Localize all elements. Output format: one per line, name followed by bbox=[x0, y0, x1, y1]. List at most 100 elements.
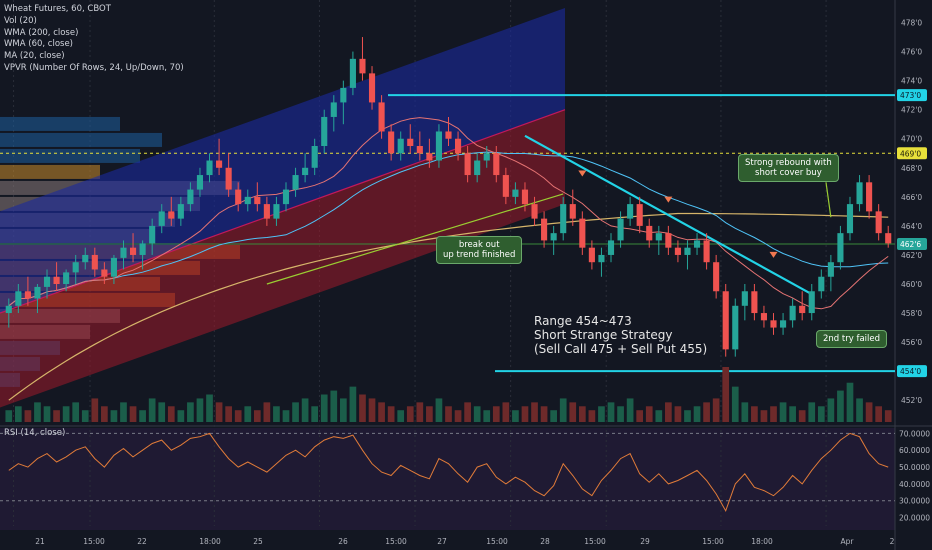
volume-bar bbox=[91, 398, 99, 422]
rsi-tick-label: 60.0000 bbox=[899, 446, 930, 455]
volume-bar bbox=[148, 398, 156, 422]
candle-body bbox=[866, 182, 873, 212]
volume-bar bbox=[167, 406, 175, 422]
candle-body bbox=[368, 73, 376, 103]
candle-body bbox=[646, 225, 653, 241]
indicator-legend: Wheat Futures, 60, CBOT Vol (20) WMA (20… bbox=[4, 4, 184, 75]
candle-body bbox=[139, 243, 146, 255]
volume-bar bbox=[206, 394, 213, 422]
candle-body bbox=[177, 204, 184, 219]
volume-profile-row-3 bbox=[0, 164, 100, 179]
volume-bar bbox=[703, 402, 710, 422]
price-tick-label: 456'0 bbox=[901, 338, 922, 347]
candle-body bbox=[674, 247, 681, 255]
chart-title: Wheat Futures, 60, CBOT bbox=[4, 4, 111, 14]
time-tick-label: 22 bbox=[137, 537, 147, 546]
rsi-tick-label: 30.0000 bbox=[899, 497, 930, 506]
candle-body bbox=[292, 175, 299, 190]
time-tick-label: 21 bbox=[35, 537, 45, 546]
price-tag-label-0: 473'0 bbox=[900, 91, 921, 100]
candle-body bbox=[455, 138, 462, 154]
candle-body bbox=[751, 291, 758, 314]
price-tick-label: 470'0 bbox=[901, 135, 922, 144]
volume-bar bbox=[158, 402, 166, 422]
time-tick-label: 29 bbox=[640, 537, 650, 546]
volume-bar bbox=[53, 410, 60, 422]
volume-bar bbox=[865, 402, 873, 422]
candle-body bbox=[617, 218, 624, 241]
volume-bar bbox=[665, 402, 672, 422]
volume-bar bbox=[569, 402, 577, 422]
time-tick-label: 15:00 bbox=[385, 537, 407, 546]
time-tick-label: 15:00 bbox=[83, 537, 105, 546]
candle-body bbox=[818, 276, 825, 292]
candle-body bbox=[837, 233, 844, 263]
candle-body bbox=[72, 262, 79, 273]
volume-bar bbox=[110, 410, 118, 422]
candle-body bbox=[799, 305, 806, 314]
candle-body bbox=[216, 160, 223, 168]
candle-body bbox=[101, 269, 108, 277]
volume-bar bbox=[24, 410, 32, 422]
volume-bar bbox=[139, 410, 146, 422]
legend-wma-200: WMA (200, close) bbox=[4, 27, 79, 38]
candle-body bbox=[349, 58, 356, 88]
volume-bar bbox=[789, 406, 796, 422]
rebound-line-2: short cover buy bbox=[755, 168, 822, 178]
volume-bar bbox=[884, 410, 892, 422]
time-tick-label: 27 bbox=[437, 537, 447, 546]
candle-body bbox=[636, 204, 643, 226]
candle-body bbox=[550, 233, 557, 241]
volume-bar bbox=[368, 398, 376, 422]
candle-body bbox=[703, 240, 710, 263]
volume-bar bbox=[722, 367, 730, 422]
price-tag-label-3: 454'0 bbox=[900, 367, 921, 376]
volume-bar bbox=[397, 410, 405, 422]
volume-profile-row-1 bbox=[0, 132, 162, 147]
candle-body bbox=[521, 189, 529, 205]
volume-bar bbox=[282, 410, 290, 422]
volume-bar bbox=[292, 402, 299, 422]
price-tick-label: 472'0 bbox=[901, 106, 922, 115]
breakout-line-2: up trend finished bbox=[443, 250, 516, 260]
candle-body bbox=[34, 286, 41, 299]
volume-bar bbox=[827, 398, 835, 422]
candle-body bbox=[579, 218, 586, 248]
strategy-line-3: (Sell Call 475 + Sell Put 455) bbox=[534, 342, 708, 356]
volume-bar bbox=[502, 402, 510, 422]
volume-bar bbox=[626, 398, 634, 422]
volume-bar bbox=[655, 410, 663, 422]
price-tick-label: 464'0 bbox=[901, 222, 922, 231]
candle-body bbox=[493, 153, 500, 176]
time-tick-label: 2 bbox=[890, 537, 895, 546]
volume-bar bbox=[693, 406, 701, 422]
candle-body bbox=[760, 313, 768, 321]
candle-body bbox=[512, 189, 519, 197]
volume-bar bbox=[856, 398, 863, 422]
candle-body bbox=[684, 247, 691, 255]
price-tick-label: 474'0 bbox=[901, 77, 922, 86]
volume-bar bbox=[531, 402, 538, 422]
legend-ma-20: MA (20, close) bbox=[4, 51, 65, 62]
volume-bar bbox=[808, 402, 816, 422]
candle-body bbox=[856, 182, 863, 205]
candle-body bbox=[789, 305, 796, 321]
price-tag-label-2: 462'6 bbox=[900, 240, 921, 249]
volume-bar bbox=[378, 402, 385, 422]
volume-bar bbox=[5, 410, 13, 422]
price-chart[interactable]: 478'0 476'0 474'0 472'0 470'0 468'0 466'0 464'0… bbox=[0, 0, 932, 550]
volume-bar bbox=[464, 402, 471, 422]
volume-bar bbox=[550, 410, 557, 422]
candle-body bbox=[445, 131, 452, 139]
rsi-tick-label: 50.0000 bbox=[899, 463, 930, 472]
candle-body bbox=[24, 291, 31, 299]
candle-body bbox=[741, 291, 748, 306]
volume-bar bbox=[253, 410, 261, 422]
rsi-title: RSI (14, close) bbox=[4, 428, 66, 438]
volume-bar bbox=[349, 386, 357, 422]
volume-bar bbox=[301, 398, 309, 422]
volume-bar bbox=[674, 406, 682, 422]
strategy-line-1: Range 454~473 bbox=[534, 314, 632, 328]
volume-bar bbox=[588, 410, 596, 422]
volume-bar bbox=[617, 406, 624, 422]
